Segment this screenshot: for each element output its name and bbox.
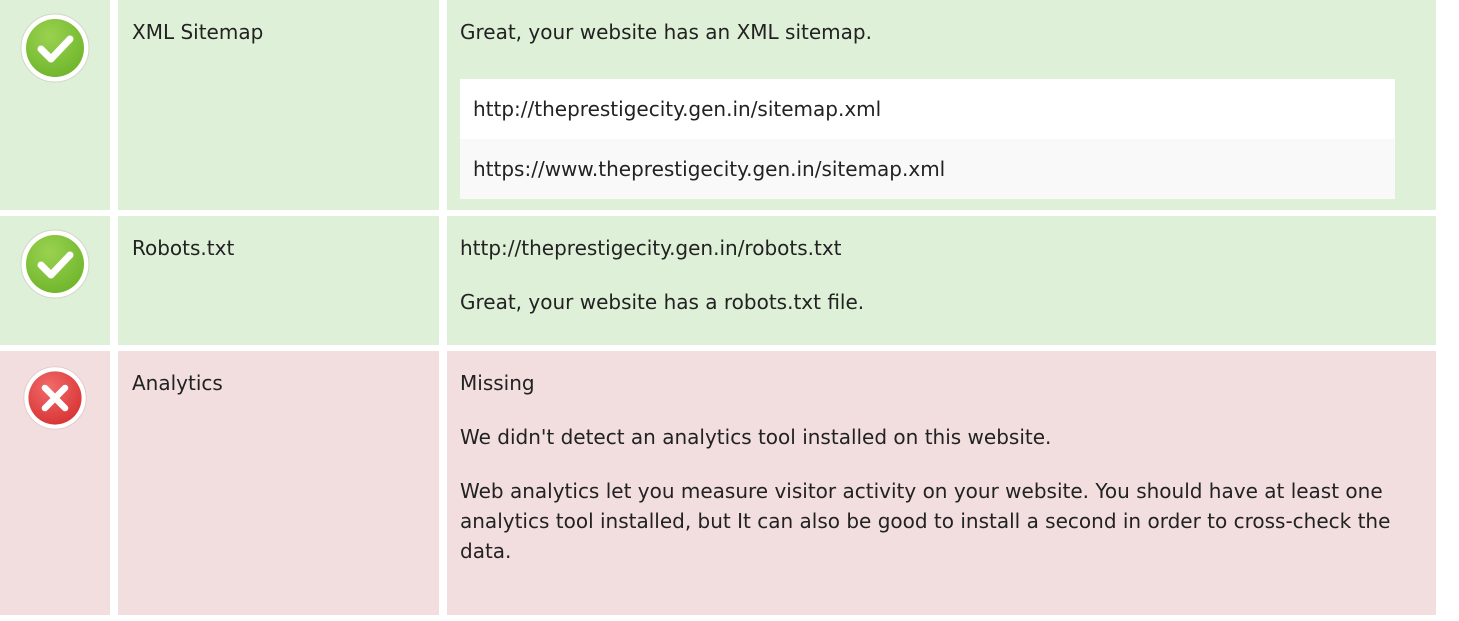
sitemap-message: Great, your website has an XML sitemap. <box>460 20 872 44</box>
report-row-robots-txt: Robots.txt http://theprestigecity.gen.in… <box>0 216 1459 345</box>
check-name: XML Sitemap <box>118 0 439 210</box>
check-circle-icon <box>20 229 90 299</box>
robots-url: http://theprestigecity.gen.in/robots.txt <box>460 236 842 260</box>
check-detail: Great, your website has an XML sitemap. … <box>447 0 1436 210</box>
robots-message: Great, your website has a robots.txt fil… <box>460 290 865 314</box>
sitemap-url-item: https://www.theprestigecity.gen.in/sitem… <box>460 139 1395 199</box>
sitemap-url-item: http://theprestigecity.gen.in/sitemap.xm… <box>460 79 1395 139</box>
sitemap-url-list: http://theprestigecity.gen.in/sitemap.xm… <box>460 79 1395 199</box>
analytics-status: Missing <box>460 371 535 395</box>
status-cell <box>0 216 110 345</box>
status-cell <box>0 0 110 210</box>
report-row-xml-sitemap: XML Sitemap Great, your website has an X… <box>0 0 1459 210</box>
error-circle-icon <box>23 366 87 430</box>
check-circle-icon <box>20 13 90 83</box>
analytics-message: We didn't detect an analytics tool insta… <box>460 425 1052 449</box>
check-name: Analytics <box>118 351 439 615</box>
check-detail: Missing We didn't detect an analytics to… <box>447 351 1436 615</box>
report-row-analytics: Analytics Missing We didn't detect an an… <box>0 351 1459 615</box>
analytics-advice: Web analytics let you measure visitor ac… <box>460 479 1391 563</box>
seo-report-table: XML Sitemap Great, your website has an X… <box>0 0 1459 621</box>
status-cell <box>0 351 110 615</box>
check-detail: http://theprestigecity.gen.in/robots.txt… <box>447 216 1436 345</box>
check-name: Robots.txt <box>118 216 439 345</box>
